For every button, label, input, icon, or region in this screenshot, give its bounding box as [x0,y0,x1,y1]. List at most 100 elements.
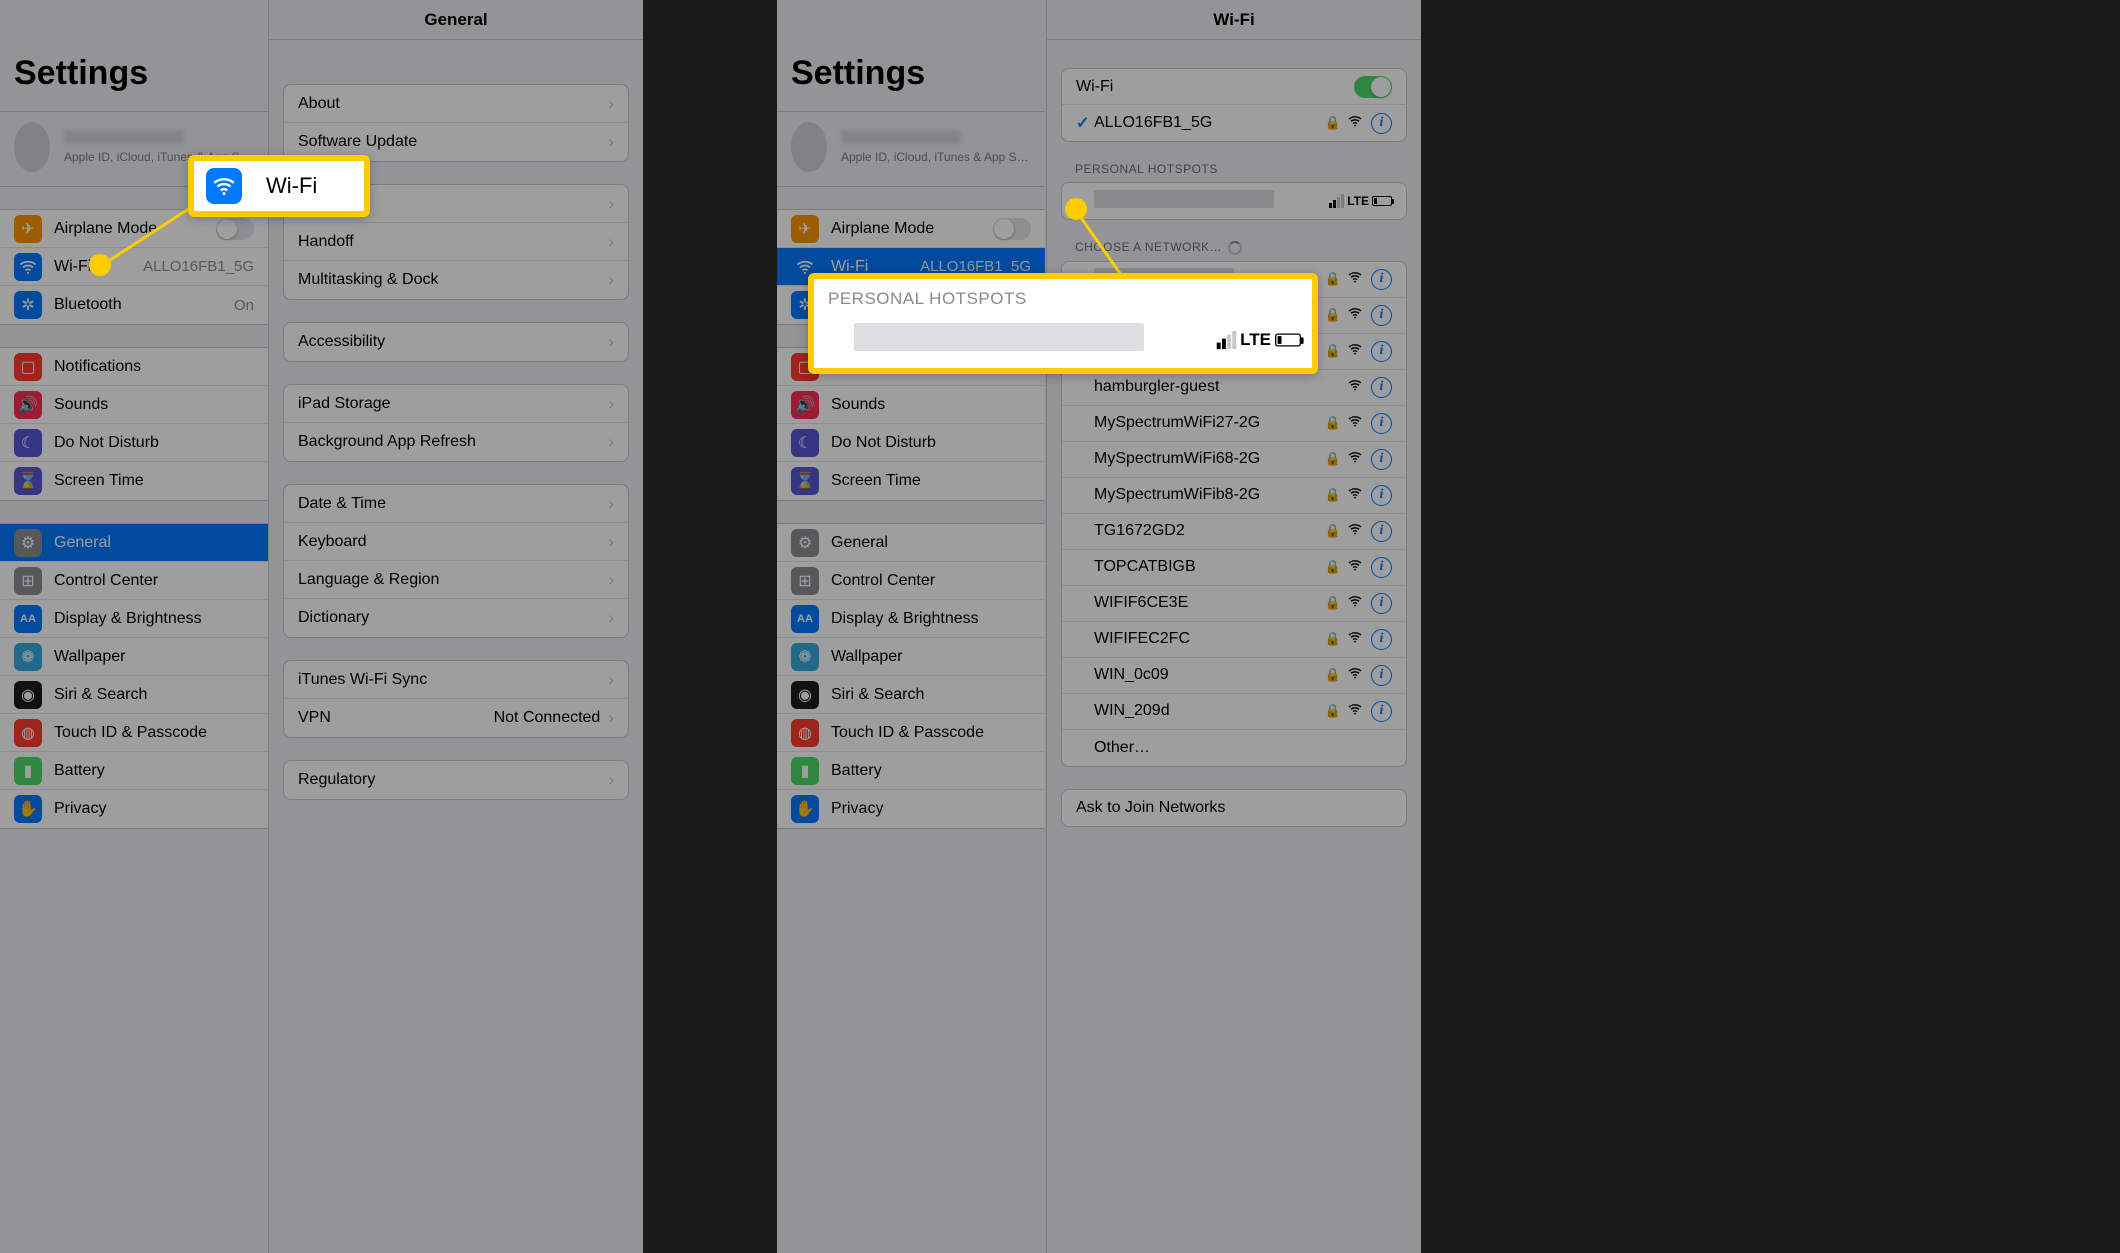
sidebar-item-screentime[interactable]: ⌛Screen Time [0,462,268,500]
sidebar-item-siri[interactable]: ◉Siri & Search [0,676,268,714]
wifi-switch[interactable] [1354,76,1392,98]
info-icon[interactable]: i [1371,269,1392,290]
chevron-right-icon: › [600,270,614,290]
hotspot-name-redacted [1094,190,1274,208]
general-accessibility[interactable]: Accessibility› [284,323,628,361]
sidebar-item-sounds[interactable]: 🔊Sounds [777,386,1045,424]
chevron-right-icon: › [600,670,614,690]
wifi-signal-icon [1347,377,1363,397]
wifi-toggle-row[interactable]: Wi-Fi [1062,69,1406,105]
battery-icon: ▮ [14,757,42,785]
info-icon[interactable]: i [1371,521,1392,542]
sidebar-item-general[interactable]: ⚙General [0,524,268,562]
network-row[interactable]: MySpectrumWiFi68-2G🔒i [1062,442,1406,478]
sidebar-item-privacy[interactable]: ✋Privacy [777,790,1045,828]
info-icon[interactable]: i [1371,701,1392,722]
wifi-toggle-label: Wi-Fi [1076,78,1354,96]
sidebar-item-controlcenter[interactable]: ⊞Control Center [0,562,268,600]
info-icon[interactable]: i [1371,593,1392,614]
network-row[interactable]: MySpectrumWiFi27-2G🔒i [1062,406,1406,442]
info-icon[interactable]: i [1371,485,1392,506]
sidebar-item-battery[interactable]: ▮Battery [777,752,1045,790]
chevron-right-icon: › [600,132,614,152]
sidebar-item-sounds[interactable]: 🔊Sounds [0,386,268,424]
network-row[interactable]: WIFIFEC2FC🔒i [1062,622,1406,658]
airplane-switch[interactable] [993,218,1031,240]
sidebar-item-display[interactable]: AADisplay & Brightness [777,600,1045,638]
sidebar-item-wifi[interactable]: Wi-Fi ALLO16FB1_5G [0,248,268,286]
dnd-icon: ☾ [791,429,819,457]
general-about[interactable]: About› [284,85,628,123]
network-name: WIFIFEC2FC [1094,630,1325,648]
airplane-label: Airplane Mode [54,220,216,238]
network-row[interactable]: TOPCATBIGB🔒i [1062,550,1406,586]
general-multitasking[interactable]: Multitasking & Dock› [284,261,628,299]
controlcenter-label: Control Center [831,572,1031,590]
sidebar-item-siri[interactable]: ◉Siri & Search [777,676,1045,714]
info-icon[interactable]: i [1371,413,1392,434]
network-row[interactable]: hamburgler-guest i [1062,370,1406,406]
sidebar-item-battery[interactable]: ▮Battery [0,752,268,790]
general-dictionary[interactable]: Dictionary› [284,599,628,637]
gear-icon: ⚙ [14,529,42,557]
callout-hotspots-header: PERSONAL HOTSPOTS [814,279,1312,317]
sidebar-item-screentime[interactable]: ⌛Screen Time [777,462,1045,500]
dnd-icon: ☾ [14,429,42,457]
info-icon[interactable]: i [1371,557,1392,578]
wifi-signal-icon [1347,521,1363,541]
sidebar-item-airplane[interactable]: ✈Airplane Mode [777,210,1045,248]
sidebar-item-wallpaper[interactable]: ❁Wallpaper [777,638,1045,676]
sidebar-item-controlcenter[interactable]: ⊞Control Center [777,562,1045,600]
general-regulatory[interactable]: Regulatory› [284,761,628,799]
sidebar-item-dnd[interactable]: ☾Do Not Disturb [0,424,268,462]
highlight-dot [89,254,111,276]
general-datetime[interactable]: Date & Time› [284,485,628,523]
sidebar-item-wallpaper[interactable]: ❁Wallpaper [0,638,268,676]
info-icon[interactable]: i [1371,377,1392,398]
network-row[interactable]: WIN_209d🔒i [1062,694,1406,730]
highlight-dot [1065,198,1087,220]
sounds-label: Sounds [54,396,254,414]
general-vpn[interactable]: VPNNot Connected› [284,699,628,737]
general-ipad-storage[interactable]: iPad Storage› [284,385,628,423]
sidebar-item-touchid[interactable]: ◍Touch ID & Passcode [0,714,268,752]
network-row[interactable]: WIN_0c09🔒i [1062,658,1406,694]
general-background-refresh[interactable]: Background App Refresh› [284,423,628,461]
ask-join-label: Ask to Join Networks [1076,799,1392,817]
network-row[interactable]: TG1672GD2🔒i [1062,514,1406,550]
network-row[interactable]: WIFIF6CE3E🔒i [1062,586,1406,622]
sidebar-item-notifications[interactable]: ▢Notifications [0,348,268,386]
battery-label: Battery [831,762,1031,780]
sidebar-item-privacy[interactable]: ✋Privacy [0,790,268,828]
airplane-switch[interactable] [216,218,254,240]
info-icon[interactable]: i [1371,665,1392,686]
apple-id-row[interactable]: Apple ID, iCloud, iTunes & App St… [777,112,1045,186]
wifi-connected-row[interactable]: ✓ ALLO16FB1_5G 🔒 i [1062,105,1406,141]
info-icon[interactable]: i [1371,305,1392,326]
info-icon[interactable]: i [1371,449,1392,470]
general-language[interactable]: Language & Region› [284,561,628,599]
sidebar-item-dnd[interactable]: ☾Do Not Disturb [777,424,1045,462]
info-icon[interactable]: i [1371,341,1392,362]
info-icon[interactable]: i [1371,113,1392,134]
privacy-label: Privacy [831,800,1031,818]
regulatory-label: Regulatory [298,771,600,789]
hotspot-row[interactable]: LTE [1062,183,1406,219]
info-icon[interactable]: i [1371,629,1392,650]
sidebar-item-display[interactable]: AADisplay & Brightness [0,600,268,638]
sidebar-item-touchid[interactable]: ◍Touch ID & Passcode [777,714,1045,752]
network-name: hamburgler-guest [1094,378,1347,396]
chevron-right-icon: › [600,770,614,790]
general-itunes-wifi[interactable]: iTunes Wi-Fi Sync› [284,661,628,699]
ask-to-join-row[interactable]: Ask to Join Networks [1062,790,1406,826]
sidebar-item-general[interactable]: ⚙General [777,524,1045,562]
sidebar-item-bluetooth[interactable]: ✲ Bluetooth On [0,286,268,324]
airplane-label: Airplane Mode [831,220,993,238]
network-other[interactable]: Other… [1062,730,1406,766]
keyboard-label: Keyboard [298,533,600,551]
general-keyboard[interactable]: Keyboard› [284,523,628,561]
network-row[interactable]: MySpectrumWiFib8-2G🔒i [1062,478,1406,514]
about-label: About [298,95,600,113]
general-handoff[interactable]: Handoff› [284,223,628,261]
network-name: TG1672GD2 [1094,522,1325,540]
